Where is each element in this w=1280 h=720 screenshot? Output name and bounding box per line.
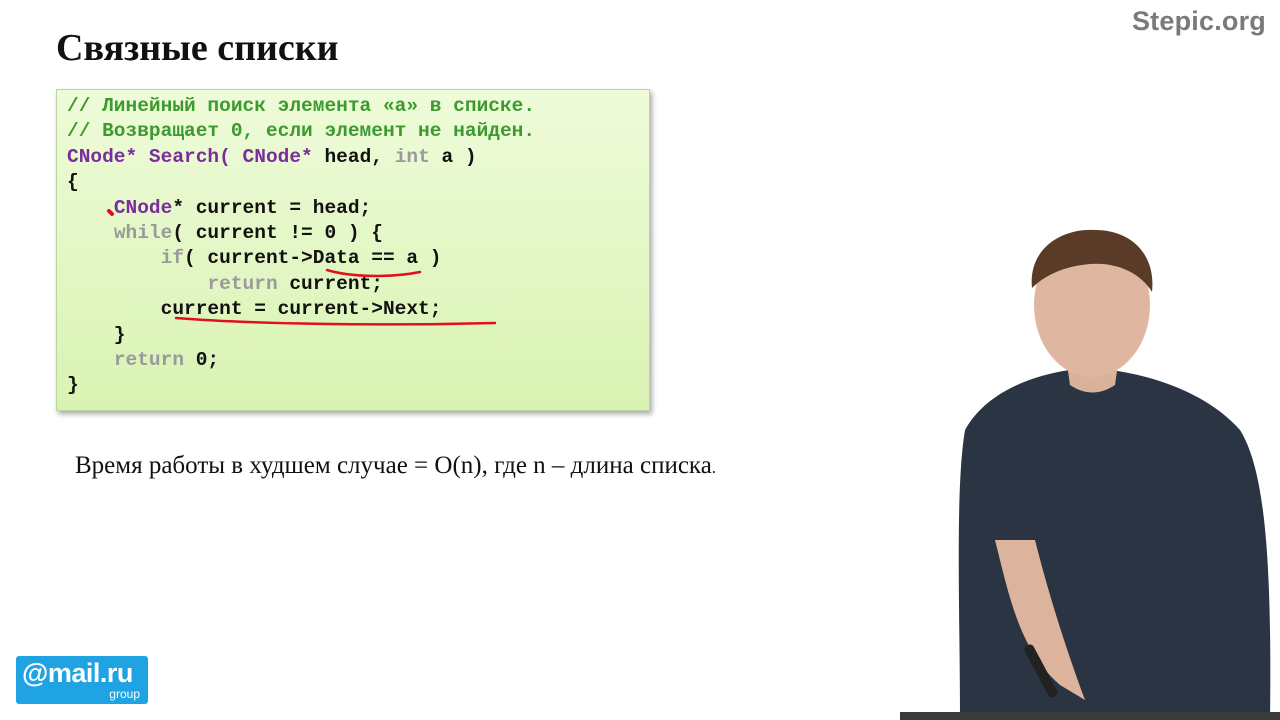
code-token: 0; <box>184 348 220 371</box>
mailru-group-logo: @mail.ru group <box>16 656 148 704</box>
code-token: CNode <box>113 196 173 219</box>
code-line: } <box>67 323 535 348</box>
code-token: if <box>160 247 185 270</box>
code-token: // Линейный поиск элемента «a» в списке. <box>67 95 536 117</box>
code-block: // Линейный поиск элемента «a» в списке.… <box>56 89 650 411</box>
logo-sub: group <box>109 687 140 701</box>
code-line: // Линейный поиск элемента «a» в списке. <box>67 94 535 119</box>
code-line: CNode* Search( CNode* head, int a ) <box>67 145 535 170</box>
code-line: return 0; <box>67 348 535 373</box>
code-token: ( current->Data == a ) <box>184 247 442 270</box>
code-listing: // Линейный поиск элемента «a» в списке.… <box>67 94 535 399</box>
code-line: // Возвращает 0, если элемент не найден. <box>67 119 535 144</box>
code-token: * current = head; <box>172 196 372 219</box>
code-token: current = current->Next; <box>67 298 442 321</box>
code-line: return current; <box>67 272 535 297</box>
code-token: return <box>207 272 278 295</box>
stepic-brand: Stepic.org <box>1131 6 1266 36</box>
code-token: CNode* <box>67 145 138 168</box>
code-token: Search( <box>148 145 231 168</box>
code-token: while <box>113 221 173 244</box>
complexity-statement: Время работы в худшем случае = O(n), где… <box>75 452 716 480</box>
code-token: a ) <box>429 145 477 168</box>
code-token: // Возвращает 0, если элемент не найден. <box>67 120 536 143</box>
code-token: { <box>67 171 79 194</box>
code-line: current = current->Next; <box>67 297 535 322</box>
slide-title: Связные списки <box>56 27 339 69</box>
code-token: current; <box>277 272 383 295</box>
code-token: ( current != 0 ) { <box>172 221 383 244</box>
code-token: head, <box>312 145 395 168</box>
code-line: { <box>67 170 535 195</box>
code-token: } <box>67 323 126 346</box>
code-line: if( current->Data == a ) <box>67 246 535 271</box>
code-line: } <box>67 373 535 398</box>
code-token: CNode* <box>242 145 313 168</box>
code-token: return <box>113 348 185 371</box>
code-line: CNode* current = head; <box>67 196 535 221</box>
statement-text: Время работы в худшем случае = O(n), где… <box>75 452 712 479</box>
statement-period: . <box>711 458 717 477</box>
desk-edge <box>900 712 1280 720</box>
code-token: int <box>394 145 430 168</box>
code-line: while( current != 0 ) { <box>67 221 535 246</box>
code-token: } <box>67 374 79 397</box>
presenter-video <box>900 229 1280 720</box>
logo-text: @mail.ru <box>22 658 133 688</box>
